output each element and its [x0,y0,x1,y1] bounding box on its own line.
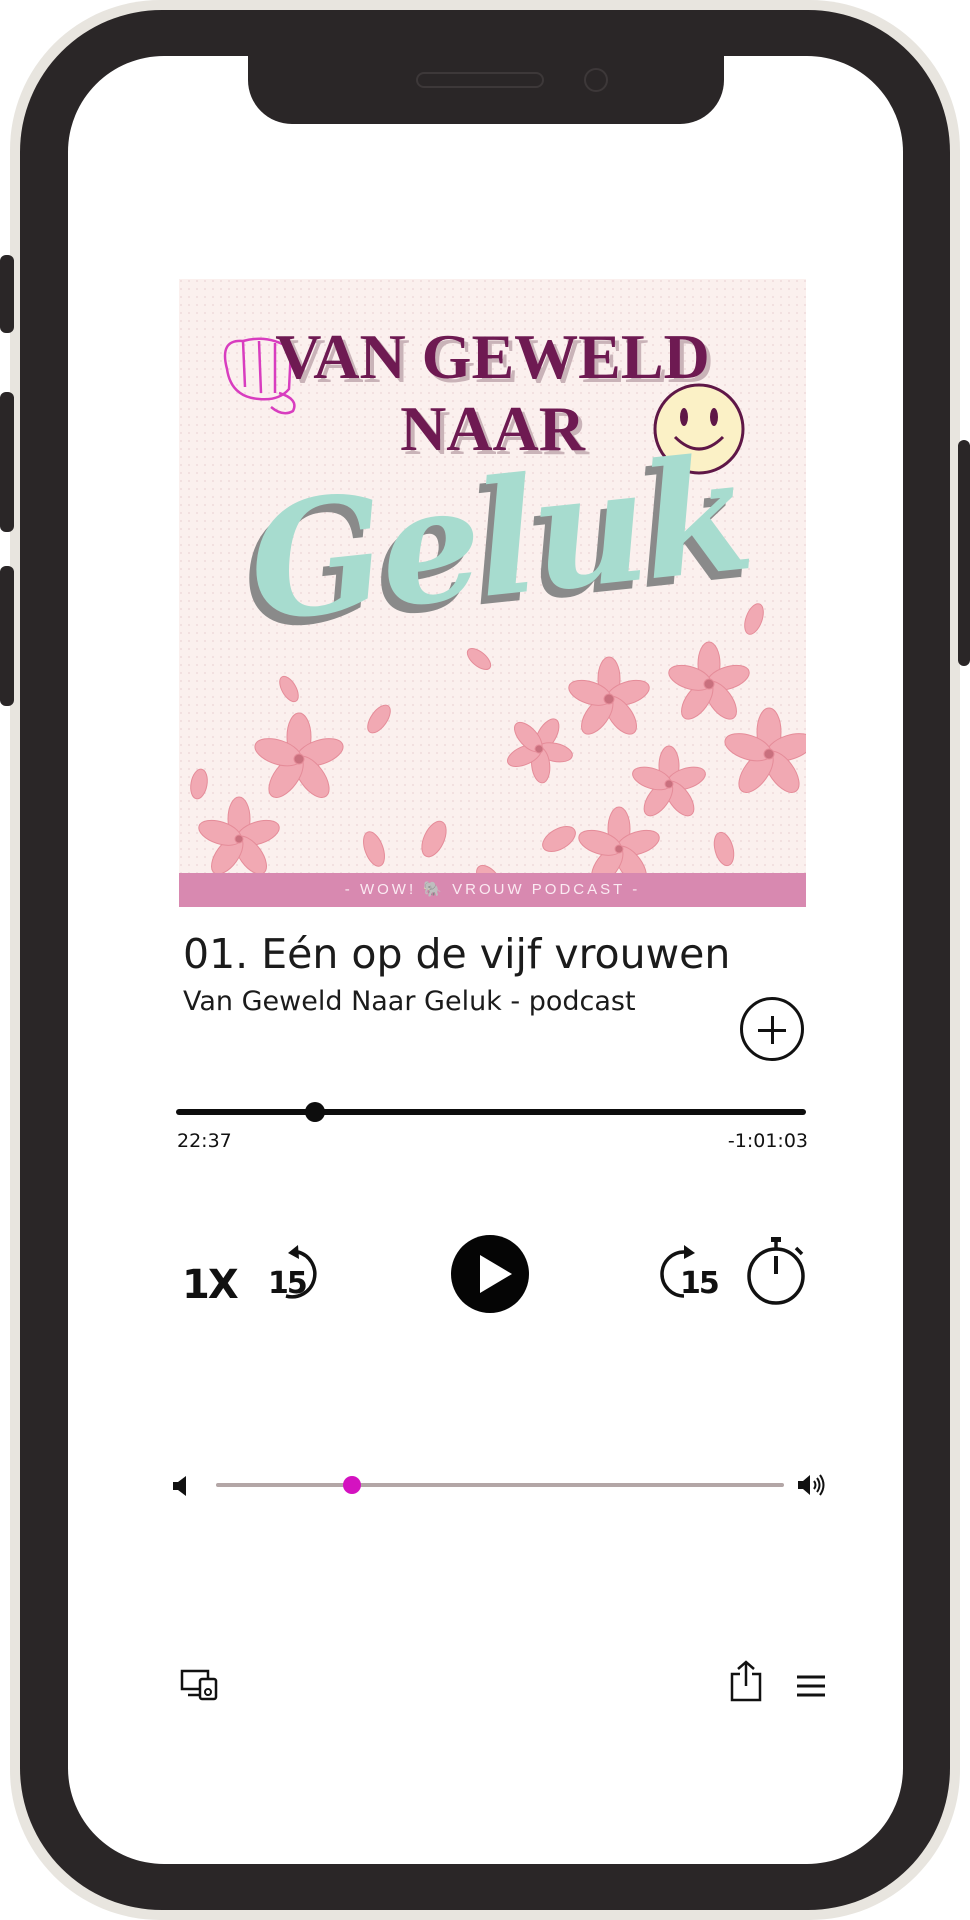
elapsed-time: 22:37 [177,1130,232,1152]
remaining-time: -1:01:03 [727,1130,808,1152]
cover-banner: - WOW! 🐘 VROUW PODCAST - [179,873,806,907]
devices-icon [180,1669,218,1701]
podcast-cover-art: VAN GEWELD NAAR Geluk - WOW! 🐘 VROUW POD… [179,279,806,907]
skip-forward-seconds: 15 [680,1266,720,1301]
playback-speed-button[interactable]: 1X [182,1262,239,1308]
volume-down-side-button [0,566,14,706]
volume-slider-track[interactable] [216,1483,784,1487]
queue-menu-button[interactable] [796,1674,826,1698]
add-to-library-button[interactable] [740,997,804,1061]
playback-scrubber-knob[interactable] [304,1102,325,1122]
speaker-low-icon [171,1474,191,1498]
play-button[interactable] [451,1235,529,1313]
share-button[interactable] [728,1660,764,1702]
share-icon [730,1660,762,1702]
mute-switch [0,255,14,333]
volume-up-side-button [0,392,14,532]
playback-progress-track[interactable] [176,1109,806,1115]
sleep-timer-button[interactable] [744,1234,808,1308]
skip-back-seconds: 15 [268,1266,308,1301]
menu-icon [797,1675,825,1697]
podcast-name[interactable]: Van Geweld Naar Geluk - podcast [183,986,783,1017]
cover-title-line1: VAN GEWELD [275,321,710,392]
earpiece-speaker [416,72,544,88]
airplay-button[interactable] [180,1667,220,1701]
power-side-button [958,440,970,666]
notch [248,40,724,124]
skip-forward-button[interactable]: 15 [654,1244,720,1306]
episode-title: 01. Eén op de vijf vrouwen [183,930,731,978]
speaker-high-icon [797,1472,827,1498]
stopwatch-icon [747,1237,805,1305]
front-camera [584,68,608,92]
skip-back-button[interactable]: 15 [268,1244,330,1306]
